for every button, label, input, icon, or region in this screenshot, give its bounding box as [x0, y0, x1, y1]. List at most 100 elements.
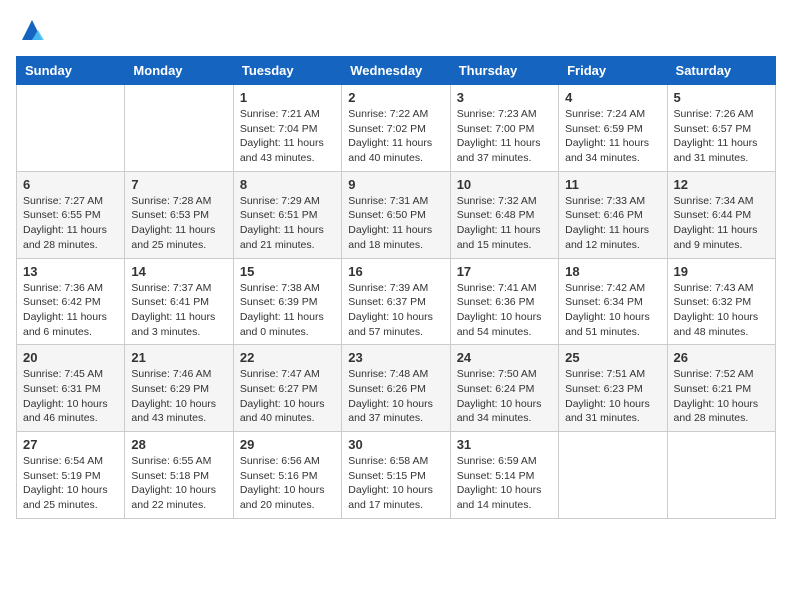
- col-header-tuesday: Tuesday: [233, 57, 341, 85]
- day-info: Sunrise: 7:29 AM Sunset: 6:51 PM Dayligh…: [240, 194, 335, 253]
- day-info: Sunrise: 7:23 AM Sunset: 7:00 PM Dayligh…: [457, 107, 552, 166]
- day-number: 9: [348, 177, 443, 192]
- calendar-cell: 27Sunrise: 6:54 AM Sunset: 5:19 PM Dayli…: [17, 432, 125, 519]
- day-number: 8: [240, 177, 335, 192]
- day-number: 12: [674, 177, 769, 192]
- day-number: 11: [565, 177, 660, 192]
- calendar-cell: 10 Sunrise: 7:32 AM Sunset: 6:48 PM Dayli…: [450, 171, 558, 258]
- day-info: Sunrise: 7:50 AM Sunset: 6:24 PM Dayligh…: [457, 367, 552, 426]
- calendar-cell: 16Sunrise: 7:39 AM Sunset: 6:37 PM Dayli…: [342, 258, 450, 345]
- calendar-cell: 3 Sunrise: 7:23 AM Sunset: 7:00 PM Daylig…: [450, 85, 558, 172]
- calendar-cell: 25Sunrise: 7:51 AM Sunset: 6:23 PM Dayli…: [559, 345, 667, 432]
- calendar-cell: 2 Sunrise: 7:22 AM Sunset: 7:02 PM Daylig…: [342, 85, 450, 172]
- day-info: Sunrise: 7:34 AM Sunset: 6:44 PM Dayligh…: [674, 194, 769, 253]
- col-header-sunday: Sunday: [17, 57, 125, 85]
- day-info: Sunrise: 7:43 AM Sunset: 6:32 PM Dayligh…: [674, 281, 769, 340]
- calendar-cell: 15 Sunrise: 7:38 AM Sunset: 6:39 PM Dayli…: [233, 258, 341, 345]
- day-info: Sunrise: 7:51 AM Sunset: 6:23 PM Dayligh…: [565, 367, 660, 426]
- calendar-week-4: 20 Sunrise: 7:45 AM Sunset: 6:31 PM Dayli…: [17, 345, 776, 432]
- day-info: Sunrise: 7:33 AM Sunset: 6:46 PM Dayligh…: [565, 194, 660, 253]
- calendar-cell: [667, 432, 775, 519]
- day-info: Sunrise: 6:56 AM Sunset: 5:16 PM Dayligh…: [240, 454, 335, 513]
- logo: [16, 16, 46, 44]
- calendar-cell: 30Sunrise: 6:58 AM Sunset: 5:15 PM Dayli…: [342, 432, 450, 519]
- day-info: Sunrise: 7:42 AM Sunset: 6:34 PM Dayligh…: [565, 281, 660, 340]
- calendar-cell: 17 Sunrise: 7:41 AM Sunset: 6:36 PM Dayli…: [450, 258, 558, 345]
- day-number: 28: [131, 437, 226, 452]
- page-header: [16, 16, 776, 44]
- day-number: 13: [23, 264, 118, 279]
- calendar-cell: 18 Sunrise: 7:42 AM Sunset: 6:34 PM Dayli…: [559, 258, 667, 345]
- calendar-cell: 14 Sunrise: 7:37 AM Sunset: 6:41 PM Dayli…: [125, 258, 233, 345]
- day-info: Sunrise: 7:38 AM Sunset: 6:39 PM Dayligh…: [240, 281, 335, 340]
- day-number: 4: [565, 90, 660, 105]
- day-info: Sunrise: 7:45 AM Sunset: 6:31 PM Dayligh…: [23, 367, 118, 426]
- calendar-cell: 19 Sunrise: 7:43 AM Sunset: 6:32 PM Dayli…: [667, 258, 775, 345]
- day-number: 24: [457, 350, 552, 365]
- day-number: 31: [457, 437, 552, 452]
- calendar-week-5: 27Sunrise: 6:54 AM Sunset: 5:19 PM Dayli…: [17, 432, 776, 519]
- day-info: Sunrise: 7:41 AM Sunset: 6:36 PM Dayligh…: [457, 281, 552, 340]
- day-number: 20: [23, 350, 118, 365]
- day-info: Sunrise: 7:36 AM Sunset: 6:42 PM Dayligh…: [23, 281, 118, 340]
- calendar-cell: 8 Sunrise: 7:29 AM Sunset: 6:51 PM Daylig…: [233, 171, 341, 258]
- day-number: 7: [131, 177, 226, 192]
- calendar-table: SundayMondayTuesdayWednesdayThursdayFrid…: [16, 56, 776, 519]
- day-info: Sunrise: 7:31 AM Sunset: 6:50 PM Dayligh…: [348, 194, 443, 253]
- col-header-saturday: Saturday: [667, 57, 775, 85]
- day-info: Sunrise: 7:22 AM Sunset: 7:02 PM Dayligh…: [348, 107, 443, 166]
- calendar-week-1: 1 Sunrise: 7:21 AM Sunset: 7:04 PM Daylig…: [17, 85, 776, 172]
- day-info: Sunrise: 7:27 AM Sunset: 6:55 PM Dayligh…: [23, 194, 118, 253]
- calendar-cell: 31 Sunrise: 6:59 AM Sunset: 5:14 PM Dayli…: [450, 432, 558, 519]
- calendar-week-2: 6 Sunrise: 7:27 AM Sunset: 6:55 PM Daylig…: [17, 171, 776, 258]
- calendar-cell: 23 Sunrise: 7:48 AM Sunset: 6:26 PM Dayli…: [342, 345, 450, 432]
- day-info: Sunrise: 7:28 AM Sunset: 6:53 PM Dayligh…: [131, 194, 226, 253]
- day-info: Sunrise: 7:24 AM Sunset: 6:59 PM Dayligh…: [565, 107, 660, 166]
- day-info: Sunrise: 7:37 AM Sunset: 6:41 PM Dayligh…: [131, 281, 226, 340]
- day-info: Sunrise: 7:26 AM Sunset: 6:57 PM Dayligh…: [674, 107, 769, 166]
- day-number: 18: [565, 264, 660, 279]
- day-number: 17: [457, 264, 552, 279]
- day-number: 5: [674, 90, 769, 105]
- day-info: Sunrise: 7:47 AM Sunset: 6:27 PM Dayligh…: [240, 367, 335, 426]
- day-number: 14: [131, 264, 226, 279]
- calendar-cell: 24 Sunrise: 7:50 AM Sunset: 6:24 PM Dayli…: [450, 345, 558, 432]
- calendar-cell: 22Sunrise: 7:47 AM Sunset: 6:27 PM Dayli…: [233, 345, 341, 432]
- calendar-cell: 28 Sunrise: 6:55 AM Sunset: 5:18 PM Dayli…: [125, 432, 233, 519]
- calendar-cell: 9 Sunrise: 7:31 AM Sunset: 6:50 PM Daylig…: [342, 171, 450, 258]
- day-info: Sunrise: 7:52 AM Sunset: 6:21 PM Dayligh…: [674, 367, 769, 426]
- calendar-cell: 4 Sunrise: 7:24 AM Sunset: 6:59 PM Daylig…: [559, 85, 667, 172]
- calendar-cell: 21Sunrise: 7:46 AM Sunset: 6:29 PM Dayli…: [125, 345, 233, 432]
- day-info: Sunrise: 6:54 AM Sunset: 5:19 PM Dayligh…: [23, 454, 118, 513]
- day-number: 23: [348, 350, 443, 365]
- col-header-wednesday: Wednesday: [342, 57, 450, 85]
- calendar-cell: 20 Sunrise: 7:45 AM Sunset: 6:31 PM Dayli…: [17, 345, 125, 432]
- day-number: 30: [348, 437, 443, 452]
- calendar-cell: 29 Sunrise: 6:56 AM Sunset: 5:16 PM Dayli…: [233, 432, 341, 519]
- day-info: Sunrise: 7:21 AM Sunset: 7:04 PM Dayligh…: [240, 107, 335, 166]
- calendar-cell: 1 Sunrise: 7:21 AM Sunset: 7:04 PM Daylig…: [233, 85, 341, 172]
- day-number: 15: [240, 264, 335, 279]
- calendar-cell: 12 Sunrise: 7:34 AM Sunset: 6:44 PM Dayli…: [667, 171, 775, 258]
- day-info: Sunrise: 6:59 AM Sunset: 5:14 PM Dayligh…: [457, 454, 552, 513]
- day-info: Sunrise: 7:32 AM Sunset: 6:48 PM Dayligh…: [457, 194, 552, 253]
- calendar-cell: [125, 85, 233, 172]
- day-number: 21: [131, 350, 226, 365]
- day-number: 3: [457, 90, 552, 105]
- col-header-friday: Friday: [559, 57, 667, 85]
- day-info: Sunrise: 6:55 AM Sunset: 5:18 PM Dayligh…: [131, 454, 226, 513]
- calendar-header-row: SundayMondayTuesdayWednesdayThursdayFrid…: [17, 57, 776, 85]
- day-info: Sunrise: 7:48 AM Sunset: 6:26 PM Dayligh…: [348, 367, 443, 426]
- logo-icon: [18, 16, 46, 44]
- calendar-cell: 13 Sunrise: 7:36 AM Sunset: 6:42 PM Dayli…: [17, 258, 125, 345]
- day-number: 16: [348, 264, 443, 279]
- day-number: 10: [457, 177, 552, 192]
- day-number: 2: [348, 90, 443, 105]
- day-number: 1: [240, 90, 335, 105]
- calendar-cell: 5 Sunrise: 7:26 AM Sunset: 6:57 PM Daylig…: [667, 85, 775, 172]
- day-number: 19: [674, 264, 769, 279]
- calendar-cell: [17, 85, 125, 172]
- calendar-cell: 11 Sunrise: 7:33 AM Sunset: 6:46 PM Dayli…: [559, 171, 667, 258]
- day-number: 6: [23, 177, 118, 192]
- day-number: 29: [240, 437, 335, 452]
